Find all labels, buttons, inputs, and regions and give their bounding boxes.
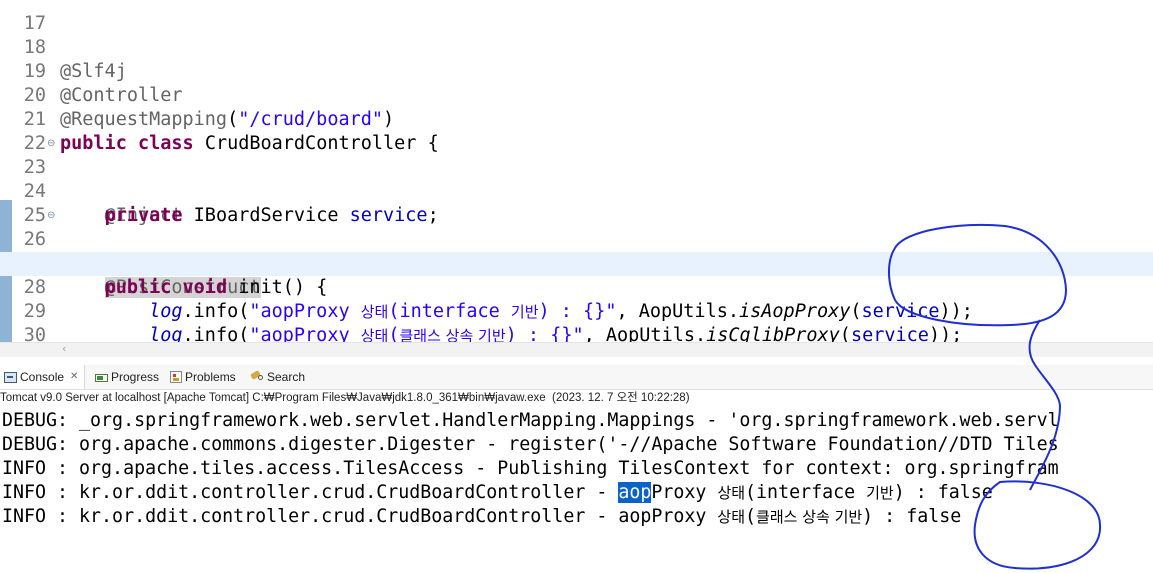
code-line: 21 public class CrudBoardController { xyxy=(0,84,1153,154)
code-line: 22 xyxy=(0,108,1153,154)
console-line: INFO : kr.or.ddit.controller.crud.CrudBo… xyxy=(2,505,1153,529)
console-icon xyxy=(4,371,17,383)
code-editor[interactable]: 17 18 @Slf4j 19 @Controller 20 @RequestM… xyxy=(0,0,1153,342)
search-icon xyxy=(250,370,264,384)
tab-console-label: Console xyxy=(20,370,65,384)
code-line: 24 private IBoardService service; xyxy=(0,156,1153,226)
code-line: 29 log.info("aopProxy 상태(클래스 상속 기반) : {}… xyxy=(0,276,1153,342)
code-line: 20 @RequestMapping("/crud/board") xyxy=(0,60,1153,130)
horizontal-scrollbar[interactable]: ‹ xyxy=(0,342,1153,357)
code-line: 26 ⊖ @PostConstruct xyxy=(0,204,1153,298)
code-line: 27 public void init() { xyxy=(0,228,1153,298)
console-tab-bar: Console ✕ Progress Problems Search xyxy=(0,365,1153,390)
selected-text: aop xyxy=(618,482,652,503)
code-line: 25 xyxy=(0,180,1153,226)
console-text: ( xyxy=(745,506,757,527)
console-line: DEBUG: org.apache.commons.digester.Diges… xyxy=(2,434,1059,455)
console-text: ) : false xyxy=(893,482,993,503)
console-line: DEBUG: _org.springframework.web.servlet.… xyxy=(2,410,1059,431)
fold-toggle-icon[interactable]: ⊖ xyxy=(47,204,55,228)
console-korean: 기반 xyxy=(866,484,894,502)
tab-progress-label: Progress xyxy=(111,370,160,384)
problems-icon xyxy=(170,371,182,383)
tab-search-label: Search xyxy=(267,370,306,384)
console-text: ) : false xyxy=(862,506,962,527)
console-line: INFO : org.apache.tiles.access.TilesAcce… xyxy=(2,458,1059,479)
code-line: 17 xyxy=(0,0,1153,34)
code-line: 18 @Slf4j xyxy=(0,12,1153,82)
tab-console[interactable]: Console ✕ xyxy=(0,365,86,389)
console-korean: 상태 xyxy=(717,484,746,502)
tab-search[interactable]: Search xyxy=(250,365,305,389)
console-korean: 상태 xyxy=(717,508,746,526)
progress-icon xyxy=(95,372,108,383)
console-text: (interface xyxy=(745,482,867,503)
code-line: 31 xyxy=(0,324,1153,342)
console-line: INFO : kr.or.ddit.controller.crud.CrudBo… xyxy=(2,481,1153,505)
console-text: INFO : kr.or.ddit.controller.crud.CrudBo… xyxy=(2,506,718,527)
tab-problems-label: Problems xyxy=(185,370,236,384)
tab-progress[interactable]: Progress xyxy=(95,365,159,389)
console-text: INFO : kr.or.ddit.controller.crud.CrudBo… xyxy=(2,482,619,503)
scroll-left-icon[interactable]: ‹ xyxy=(62,342,66,355)
close-icon[interactable]: ✕ xyxy=(70,365,78,389)
console-text: Proxy xyxy=(651,482,718,503)
code-line: 23 ⊖ @Inject xyxy=(0,132,1153,226)
code-line-current: 28 log.info("aopProxy 상태(interface 기반) :… xyxy=(0,252,1153,322)
console-process-description: Tomcat v9.0 Server at localhost [Apache … xyxy=(0,392,690,404)
console-korean: 클래스 상속 기반 xyxy=(756,508,863,526)
code-line: 30 } xyxy=(0,300,1153,342)
tab-problems[interactable]: Problems xyxy=(170,365,236,389)
code-line: 19 @Controller xyxy=(0,36,1153,106)
fold-toggle-icon[interactable]: ⊖ xyxy=(47,132,55,156)
